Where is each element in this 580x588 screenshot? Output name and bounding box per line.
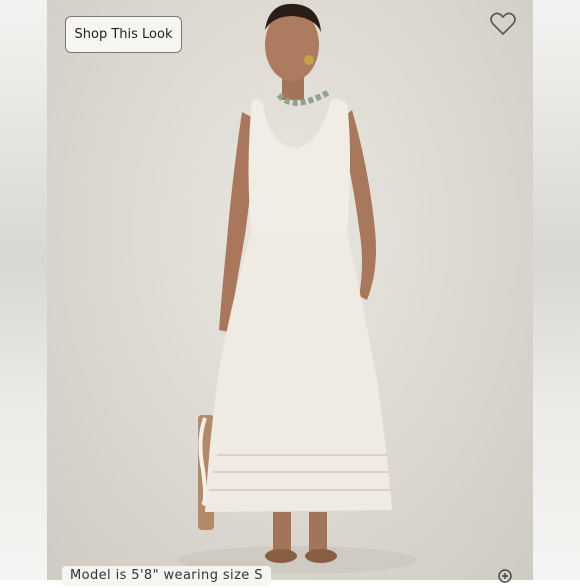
shop-this-look-button[interactable]: Shop This Look <box>65 16 182 53</box>
model-illustration <box>177 3 417 574</box>
left-backdrop <box>0 0 47 580</box>
product-photo <box>47 0 533 580</box>
heart-outline-icon[interactable] <box>489 11 517 37</box>
model-size-caption: Model is 5'8" wearing size S <box>62 566 271 586</box>
right-backdrop <box>533 0 580 580</box>
zoom-in-icon[interactable] <box>497 568 513 584</box>
